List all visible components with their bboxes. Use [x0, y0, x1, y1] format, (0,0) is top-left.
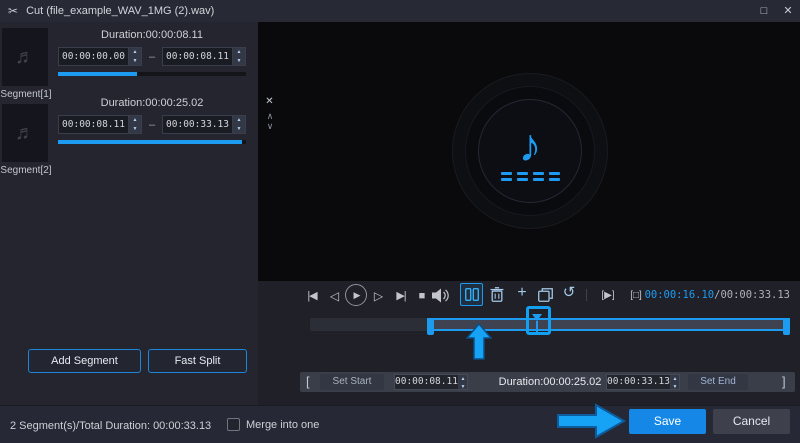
audio-emblem: ♪ [452, 73, 608, 229]
segment1-progress-fill [58, 72, 137, 76]
trim-start-input[interactable]: 00:00:08.11 ▲ ▼ [394, 374, 468, 390]
segment1-progressbar [58, 72, 246, 76]
segment1-end-value[interactable]: 00:00:08.11 [163, 48, 232, 65]
merge-checkbox[interactable] [227, 418, 240, 431]
segment1-thumbnail[interactable]: ♬ [2, 28, 48, 86]
spin-down-icon[interactable]: ▼ [233, 57, 245, 66]
spin-down-icon[interactable]: ▼ [129, 125, 141, 134]
total-time: 00:00:33.13 [720, 289, 790, 301]
skip-to-end-button[interactable]: ▶| [390, 288, 412, 304]
copy-icon [538, 288, 553, 302]
music-note-icon: ♬ [15, 45, 35, 68]
play-button[interactable]: ▶ [345, 284, 367, 306]
spin-down-icon[interactable]: ▼ [129, 57, 141, 66]
segments-summary: 2 Segment(s)/Total Duration: 00:00:33.13 [10, 420, 212, 432]
segment2-label: Segment[2] [0, 165, 52, 176]
spinner-arrows[interactable]: ▲ ▼ [457, 375, 467, 391]
spin-up-icon[interactable]: ▲ [459, 375, 467, 383]
save-button[interactable]: Save [629, 409, 706, 434]
reset-button[interactable]: ↺ [560, 284, 578, 302]
big-music-note-icon: ♪ [518, 118, 542, 171]
fast-split-button[interactable]: Fast Split [148, 349, 247, 373]
frame-back-button[interactable]: ◁ [327, 288, 342, 304]
segment1-label: Segment[1] [0, 89, 52, 100]
spin-up-icon[interactable]: ▲ [233, 116, 245, 125]
footer-bar: 2 Segment(s)/Total Duration: 00:00:33.13… [0, 403, 800, 443]
spin-down-icon[interactable]: ▼ [671, 383, 679, 391]
spin-up-icon[interactable]: ▲ [129, 48, 141, 57]
selection-start-handle[interactable] [427, 318, 435, 335]
segment1-duration: Duration:00:00:08.11 [101, 29, 203, 41]
titlebar: ✂ Cut (file_example_WAV_1MG (2).wav) □ ✕ [0, 0, 800, 22]
annotation-save-arrow [557, 403, 626, 439]
segment2-start-value[interactable]: 00:00:08.11 [59, 116, 128, 133]
segment2-remove-button[interactable]: ✕ [262, 95, 277, 109]
cancel-button[interactable]: Cancel [713, 409, 790, 434]
segment2-progressbar [58, 140, 246, 144]
segment2-progress-fill [58, 140, 243, 144]
range-dash: – [148, 50, 156, 63]
spin-up-icon[interactable]: ▲ [233, 48, 245, 57]
start-bracket: [ [306, 374, 310, 389]
segment1-time-range: 00:00:00.00 ▲ ▼ – 00:00:08.11 ▲ ▼ [58, 47, 246, 66]
cut-dialog-window: ✂ Cut (file_example_WAV_1MG (2).wav) □ ✕… [0, 0, 800, 443]
selection-end-handle[interactable] [782, 318, 790, 335]
frame-forward-button[interactable]: ▷ [371, 288, 386, 304]
segment2-move-down-icon[interactable]: ∨ [264, 120, 276, 132]
trim-end-value[interactable]: 00:00:33.13 [607, 375, 670, 389]
volume-button[interactable] [432, 288, 452, 303]
toolbar-divider [586, 289, 587, 301]
trim-start-value[interactable]: 00:00:08.11 [395, 375, 458, 389]
music-note-icon: ♬ [15, 121, 35, 144]
stop-button[interactable]: ■ [415, 288, 429, 304]
segment1-start-value[interactable]: 00:00:00.00 [59, 48, 128, 65]
trim-end-input[interactable]: 00:00:33.13 ▲ ▼ [606, 374, 680, 390]
window-title: Cut (file_example_WAV_1MG (2).wav) [26, 5, 215, 17]
time-display: 00:00:16.10/00:00:33.13 [645, 289, 790, 301]
range-dash: – [148, 118, 156, 131]
delete-segment-button[interactable] [490, 287, 504, 302]
scissors-icon: ✂ [8, 4, 19, 18]
split-button[interactable] [460, 283, 483, 306]
trim-duration-label: Duration:00:00:25.02 [498, 376, 602, 388]
current-time: 00:00:16.10 [644, 289, 715, 301]
spin-up-icon[interactable]: ▲ [129, 116, 141, 125]
annotation-up-arrow [466, 323, 492, 360]
merge-label: Merge into one [246, 419, 320, 431]
segment1-end-input[interactable]: 00:00:08.11 ▲ ▼ [162, 47, 246, 66]
spinner-arrows[interactable]: ▲ ▼ [232, 48, 245, 65]
play-icon: ▶ [353, 289, 361, 300]
add-segment-button[interactable]: Add Segment [28, 349, 141, 373]
spin-up-icon[interactable]: ▲ [671, 375, 679, 383]
preview-segment-play-button[interactable]: [▶] [595, 288, 621, 304]
preview-area: ♪ [258, 22, 800, 281]
spinner-arrows[interactable]: ▲ ▼ [128, 48, 141, 65]
segment2-duration: Duration:00:00:25.02 [100, 97, 204, 109]
spinner-arrows[interactable]: ▲ ▼ [669, 375, 679, 391]
annotation-highlight-box [526, 306, 551, 335]
segment1-start-input[interactable]: 00:00:00.00 ▲ ▼ [58, 47, 142, 66]
segment2-end-value[interactable]: 00:00:33.13 [163, 116, 232, 133]
close-button[interactable]: ✕ [776, 0, 800, 22]
equalizer-dashes [500, 171, 560, 181]
speaker-icon [432, 288, 449, 303]
segment2-thumbnail[interactable]: ♬ [2, 104, 48, 162]
spin-down-icon[interactable]: ▼ [233, 125, 245, 134]
add-segment-toolbar-button[interactable]: + [513, 283, 531, 303]
skip-to-start-button[interactable]: |◀ [301, 288, 323, 304]
spinner-arrows[interactable]: ▲ ▼ [232, 116, 245, 133]
split-icon [464, 288, 479, 301]
end-bracket: ] [782, 374, 786, 389]
trash-icon [490, 287, 504, 302]
segment2-time-range: 00:00:08.11 ▲ ▼ – 00:00:33.13 ▲ ▼ [58, 115, 246, 134]
set-end-button[interactable]: Set End [688, 374, 748, 390]
spinner-arrows[interactable]: ▲ ▼ [128, 116, 141, 133]
snapshot-button[interactable] [538, 288, 553, 302]
maximize-button[interactable]: □ [752, 0, 776, 22]
segment2-end-input[interactable]: 00:00:33.13 ▲ ▼ [162, 115, 246, 134]
spin-down-icon[interactable]: ▼ [459, 383, 467, 391]
set-start-button[interactable]: Set Start [320, 374, 384, 390]
segment2-start-input[interactable]: 00:00:08.11 ▲ ▼ [58, 115, 142, 134]
